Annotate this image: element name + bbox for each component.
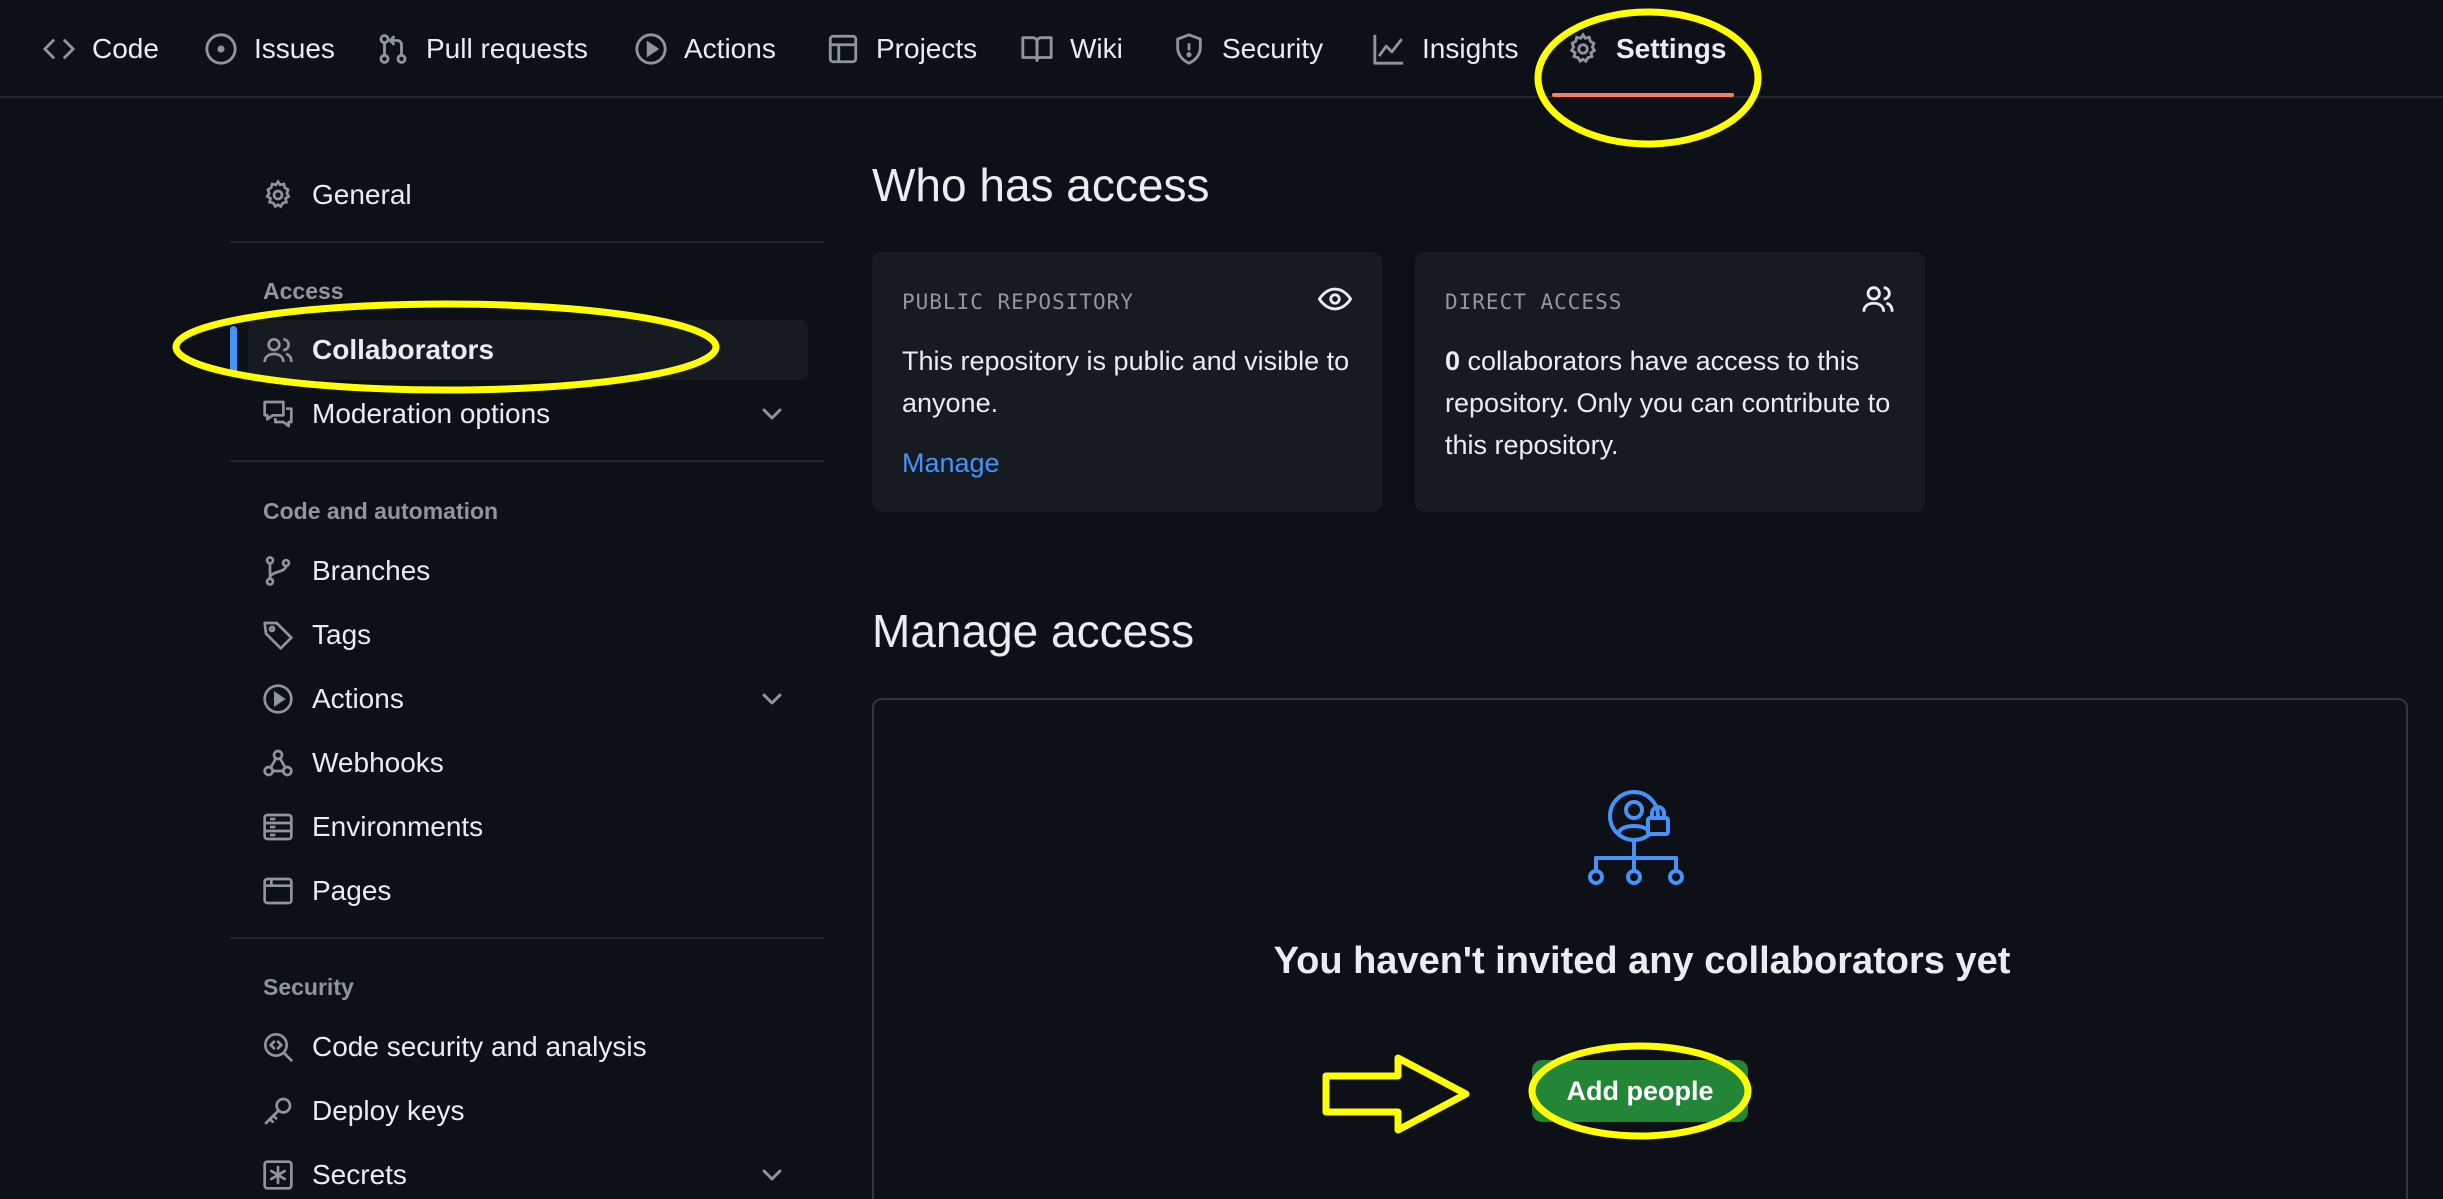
chevron-down-icon [762,693,782,705]
empty-state-title: You haven't invited any collaborators ye… [1273,940,2011,982]
who-has-access-title: Who has access [872,159,1210,211]
manage-access-box: You haven't invited any collaborators ye… [872,698,2408,1199]
git-branch-icon [265,556,291,586]
sidebar-item-code-security[interactable]: Code security and analysis [248,1017,808,1077]
sidebar-item-environments[interactable]: Environments [248,797,808,857]
card-text: 0 collaborators have access to this repo… [1445,340,1905,466]
manage-access-title: Manage access [872,605,1195,657]
gear-icon [1569,32,1597,64]
tab-issues[interactable]: Issues [204,0,335,98]
tab-label: Wiki [1070,33,1123,64]
settings-sidebar: General Access Collaborators Moderation … [230,98,824,1199]
sidebar-item-label: Secrets [312,1159,407,1190]
people-icon [263,338,293,363]
sidebar-item-label: Actions [312,683,404,714]
sidebar-item-label: Deploy keys [312,1095,465,1126]
card-title: DIRECT ACCESS [1445,290,1623,314]
tab-label: Issues [254,33,335,64]
gear-icon [265,179,291,209]
issue-opened-icon [205,33,237,65]
tab-label: Security [1222,33,1324,64]
tab-label: Projects [876,33,978,64]
play-icon [635,33,667,65]
shield-icon [1176,33,1202,65]
tab-pull-requests[interactable]: Pull requests [376,0,588,98]
sidebar-divider [230,937,824,939]
public-repository-card: PUBLIC REPOSITORY This repository is pub… [872,252,1382,512]
key-asterisk-icon [263,1160,293,1190]
tag-icon [263,621,293,650]
code-icon [43,39,75,59]
card-text-body: collaborators have access to this reposi… [1445,346,1891,460]
sidebar-item-label: Webhooks [312,747,444,778]
repo-nav: Code Issues Pull requests Actions Projec… [0,0,2443,98]
sidebar-item-actions[interactable]: Actions [248,669,808,729]
sidebar-item-collaborators[interactable]: Collaborators [248,320,808,380]
tab-settings[interactable]: Settings [1566,0,1726,98]
sidebar-heading-security: Security [263,974,354,1000]
sidebar-item-tags[interactable]: Tags [248,605,808,665]
tab-label: Actions [684,33,776,64]
server-icon [263,813,293,841]
sidebar-item-webhooks[interactable]: Webhooks [248,733,808,793]
play-icon [263,684,293,714]
sidebar-divider [230,241,824,243]
tab-projects[interactable]: Projects [826,0,977,98]
key-icon [264,1097,292,1125]
tab-label: Insights [1422,33,1519,64]
sidebar-heading-access: Access [263,278,344,304]
chevron-down-icon [762,1169,782,1181]
sidebar-divider [230,460,824,462]
card-text: This repository is public and visible to… [902,346,1350,418]
codescan-icon [264,1033,293,1062]
graph-icon [1373,34,1404,65]
sidebar-item-label: Moderation options [312,398,551,429]
tab-label: Code [92,33,159,64]
direct-access-card: DIRECT ACCESS 0 collaborators have acces… [1415,252,1925,512]
collaborator-count: 0 [1445,346,1461,376]
active-indicator [230,326,237,376]
tab-actions[interactable]: Actions [634,0,776,98]
sidebar-item-label: Pages [312,875,392,906]
book-icon [1021,36,1053,62]
sidebar-item-label: Code security and analysis [312,1031,647,1062]
sidebar-item-label: Environments [312,811,484,842]
comment-discussion-icon [263,400,293,428]
active-tab-underline [1552,93,1734,97]
sidebar-item-label: Tags [312,619,372,650]
chevron-down-icon [762,408,782,420]
collaborators-access-icon [1588,790,1684,885]
sidebar-item-label: Collaborators [312,334,495,365]
browser-icon [263,877,293,905]
git-pull-request-icon [379,34,407,64]
sidebar-item-pages[interactable]: Pages [248,861,808,921]
tab-label: Pull requests [426,33,588,64]
add-people-button[interactable]: Add people [1532,1060,1748,1122]
sidebar-item-branches[interactable]: Branches [248,541,808,601]
sidebar-item-label: Branches [312,555,431,586]
sidebar-item-general[interactable]: General [248,165,808,225]
tab-insights[interactable]: Insights [1372,0,1519,98]
manage-link[interactable]: Manage [902,448,1000,479]
sidebar-item-moderation[interactable]: Moderation options [248,384,808,444]
sidebar-heading-code-automation: Code and automation [263,498,499,524]
eye-icon [1318,287,1352,311]
tab-label: Settings [1616,33,1727,64]
webhook-icon [263,749,293,777]
table-icon [828,34,858,64]
tab-code[interactable]: Code [42,0,159,98]
sidebar-item-label: General [312,179,412,210]
sidebar-item-deploy-keys[interactable]: Deploy keys [248,1081,808,1141]
tab-wiki[interactable]: Wiki [1020,0,1123,98]
sidebar-item-secrets[interactable]: Secrets [248,1145,808,1199]
people-icon [1862,286,1894,312]
card-title: PUBLIC REPOSITORY [902,290,1134,314]
tab-security[interactable]: Security [1172,0,1323,98]
